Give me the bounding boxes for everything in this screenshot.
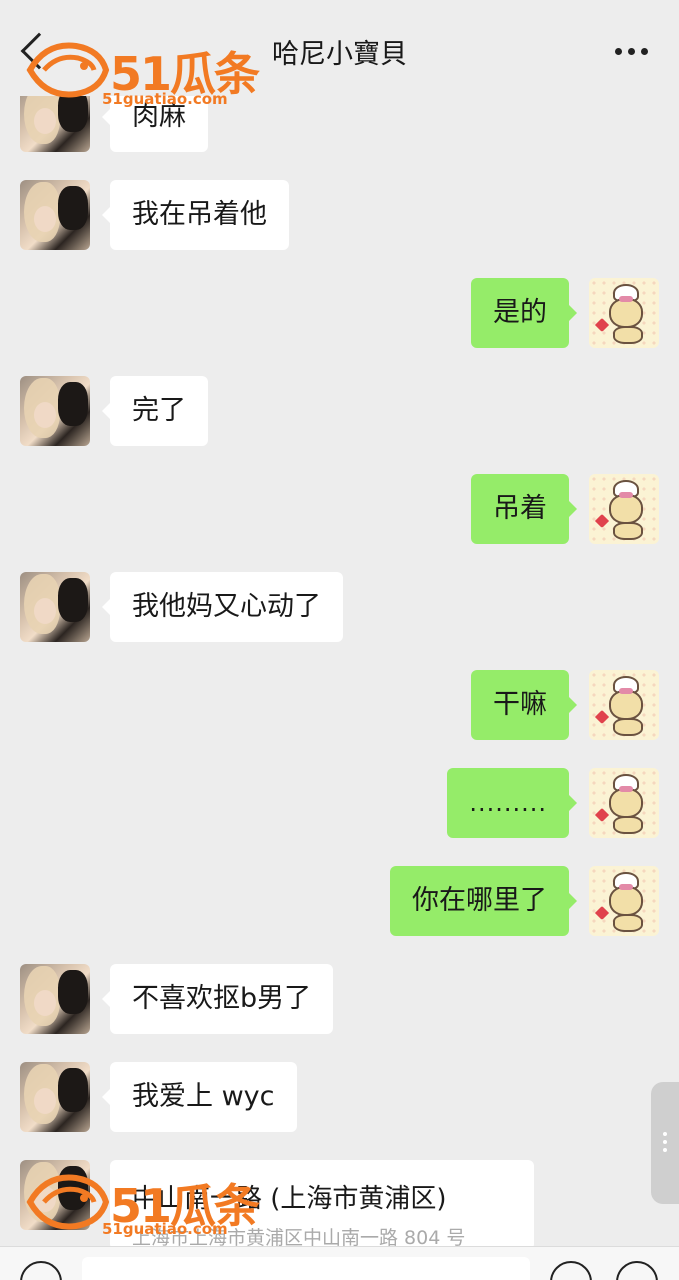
message-bubble[interactable]: 你在哪里了 <box>390 866 577 936</box>
avatar[interactable] <box>589 768 659 838</box>
message-bubble[interactable]: 是的 <box>471 278 577 348</box>
fish-logo-icon <box>26 42 110 98</box>
fish-logo-icon <box>26 1174 110 1230</box>
avatar[interactable] <box>20 1062 90 1132</box>
avatar[interactable] <box>20 180 90 250</box>
message-bubble[interactable]: ......... <box>447 768 577 838</box>
emoji-icon[interactable] <box>550 1261 592 1280</box>
message-bubble[interactable]: 完了 <box>102 376 208 446</box>
voice-icon[interactable] <box>20 1261 62 1280</box>
avatar[interactable] <box>20 572 90 642</box>
message-bubble[interactable]: 我他妈又心动了 <box>102 572 343 642</box>
avatar[interactable] <box>589 278 659 348</box>
message-bubble[interactable]: 我在吊着他 <box>102 180 289 250</box>
avatar[interactable] <box>589 866 659 936</box>
watermark-top: 51瓜条 51guatiao.com <box>26 36 266 108</box>
avatar[interactable] <box>20 964 90 1034</box>
floating-side-handle[interactable] <box>651 1082 679 1204</box>
message-input[interactable] <box>82 1257 530 1280</box>
message-bubble[interactable]: 我爱上 wyc <box>102 1062 297 1132</box>
watermark-url: 51guatiao.com <box>102 90 228 108</box>
avatar[interactable] <box>20 376 90 446</box>
message-bubble[interactable]: 不喜欢抠b男了 <box>101 964 334 1034</box>
more-dots-icon[interactable] <box>615 48 649 56</box>
message-bubble[interactable]: 吊着 <box>471 474 577 544</box>
watermark-bottom: 51瓜条 51guatiao.com <box>26 1168 266 1240</box>
watermark-url: 51guatiao.com <box>102 1220 228 1238</box>
avatar[interactable] <box>589 670 659 740</box>
message-bubble[interactable]: 干嘛 <box>471 670 577 740</box>
avatar[interactable] <box>589 474 659 544</box>
plus-icon[interactable] <box>616 1261 658 1280</box>
input-bar <box>0 1246 679 1280</box>
